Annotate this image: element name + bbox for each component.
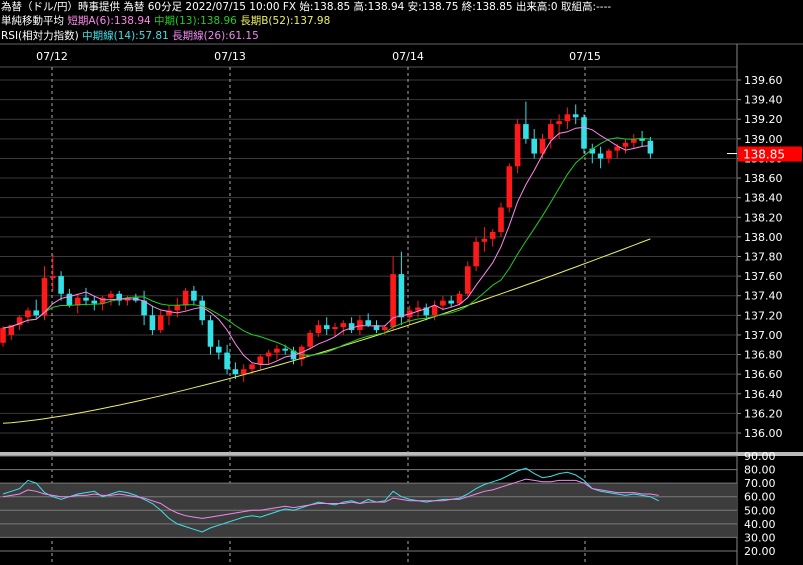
candle-body: [157, 315, 164, 331]
candle-body: [489, 231, 496, 239]
rsi-tick-label: 90.00: [744, 450, 776, 463]
candle-body: [606, 150, 612, 159]
rsi-tick-label: 70.00: [744, 477, 776, 490]
candle-body: [240, 369, 247, 375]
price-tick-label: 136.20: [744, 407, 783, 420]
candle-body: [0, 328, 6, 343]
price-tick-label: 137.20: [744, 309, 783, 322]
date-label: 07/13: [214, 50, 246, 63]
candle-body: [440, 300, 446, 306]
candle-body: [340, 323, 347, 328]
candle-body: [572, 114, 579, 118]
price-tick-label: 138.40: [744, 192, 783, 205]
candle-body: [357, 320, 363, 331]
price-tick-label: 137.80: [744, 251, 783, 264]
current-price-label: 138.85: [743, 148, 785, 162]
candle-body: [315, 325, 322, 333]
candle-body: [91, 300, 98, 304]
price-tick-label: 139.20: [744, 113, 783, 126]
candle-body: [448, 300, 454, 304]
candle-body: [323, 325, 330, 330]
candle-body: [182, 290, 189, 306]
candle-body: [249, 364, 255, 370]
price-tick-label: 138.00: [744, 231, 783, 244]
candle-body: [25, 310, 31, 318]
date-label: 07/14: [392, 50, 424, 63]
candle-body: [207, 320, 214, 347]
price-tick-label: 139.40: [744, 94, 783, 107]
candle-body: [83, 297, 89, 301]
candle-body: [265, 352, 272, 357]
candle-body: [149, 315, 156, 331]
date-label: 07/12: [36, 50, 68, 63]
candle-body: [548, 124, 554, 139]
candle-body: [431, 305, 438, 316]
candle-body: [108, 293, 114, 298]
panel-separator: [0, 452, 803, 456]
rsi-tick-label: 30.00: [744, 531, 776, 544]
candle-body: [639, 138, 645, 141]
candle-body: [33, 310, 39, 316]
candle-body: [498, 207, 504, 232]
candle-body: [224, 352, 230, 370]
price-tick-label: 137.40: [744, 290, 783, 303]
rsi-tick-label: 60.00: [744, 491, 776, 504]
candle-body: [191, 290, 197, 301]
candle-body: [506, 166, 513, 208]
price-tick-label: 139.60: [744, 74, 783, 87]
candle-body: [456, 293, 463, 304]
fx-chart: 139.60139.40139.20139.00138.80138.60138.…: [0, 43, 803, 565]
candle-body: [556, 121, 562, 125]
candle-body: [523, 124, 529, 139]
rsi-tick-label: 80.00: [744, 464, 776, 477]
price-tick-label: 136.60: [744, 368, 783, 381]
price-tick-label: 138.20: [744, 211, 783, 224]
candle-body: [307, 332, 313, 347]
candle-body: [382, 327, 388, 331]
candle-body: [514, 124, 521, 167]
candle-body: [581, 117, 587, 149]
candle-body: [50, 276, 56, 279]
candle-body: [257, 356, 264, 365]
rsi-tick-label: 20.00: [744, 545, 776, 558]
candle-body: [531, 138, 537, 154]
candle-body: [274, 348, 280, 353]
candle-body: [216, 346, 222, 353]
price-tick-label: 136.40: [744, 388, 783, 401]
candle-body: [332, 327, 338, 330]
candle-body: [564, 114, 571, 122]
price-tick-label: 136.00: [744, 427, 783, 440]
rsi-tick-label: 50.00: [744, 504, 776, 517]
candle-body: [481, 238, 488, 242]
candle-body: [282, 348, 288, 351]
candle-body: [232, 369, 239, 375]
price-tick-label: 137.00: [744, 329, 783, 342]
price-tick-label: 139.00: [744, 133, 783, 146]
candle-body: [465, 266, 471, 294]
date-label: 07/15: [569, 50, 601, 63]
price-tick-label: 137.60: [744, 270, 783, 283]
candle-body: [398, 274, 405, 318]
price-tick-label: 136.80: [744, 349, 783, 362]
rsi-tick-label: 40.00: [744, 518, 776, 531]
candle-body: [58, 276, 64, 294]
candle-body: [473, 241, 479, 267]
candle-body: [647, 140, 654, 154]
candle-body: [174, 305, 181, 311]
candle-body: [365, 320, 371, 326]
candle-body: [597, 153, 604, 159]
candle-body: [622, 142, 629, 147]
price-tick-label: 138.60: [744, 172, 783, 185]
candle-body: [199, 300, 205, 321]
